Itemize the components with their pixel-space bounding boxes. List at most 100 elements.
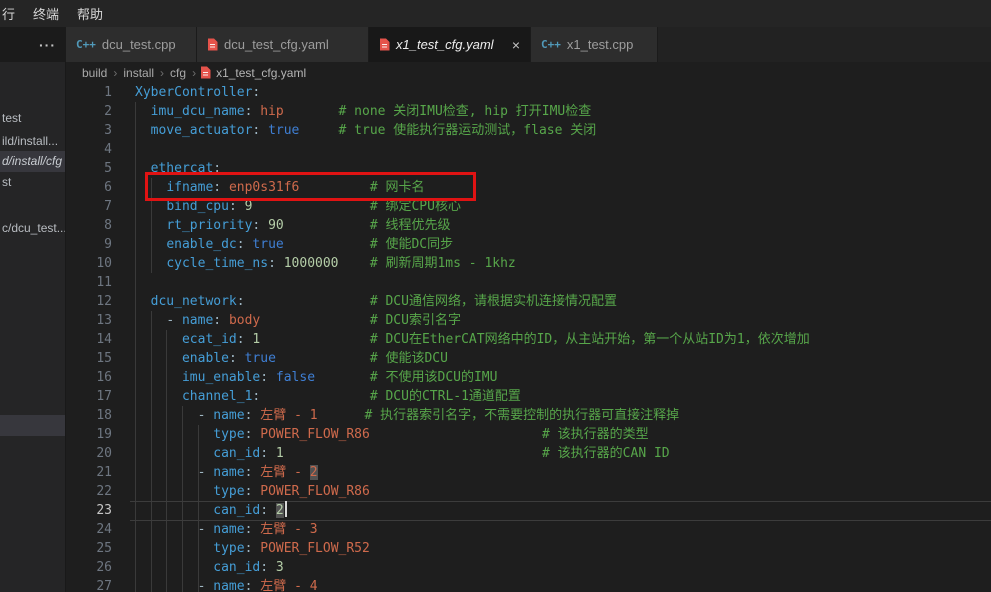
menu-item-行[interactable]: 行	[0, 0, 24, 27]
sidebar-list-item[interactable]: ild/install...	[0, 131, 66, 152]
code-token	[135, 256, 166, 271]
code-line[interactable]: imu_enable: false # 不使用该DCU的IMU	[135, 368, 991, 387]
sidebar-list-item[interactable]: d/install/cfg	[0, 151, 66, 172]
code-line[interactable]: channel_1: # DCU的CTRL-1通道配置	[135, 387, 991, 406]
line-number[interactable]: 20	[66, 444, 112, 463]
line-number[interactable]: 25	[66, 539, 112, 558]
code-token: enable	[182, 351, 229, 366]
code-token	[135, 465, 198, 480]
tab-dcu_test.cpp[interactable]: C++dcu_test.cpp	[66, 27, 197, 62]
code-line[interactable]: imu_dcu_name: hip # none 关闭IMU检查, hip 打开…	[135, 102, 991, 121]
line-number[interactable]: 26	[66, 558, 112, 577]
yaml-file-icon	[200, 66, 211, 79]
code-token: hip	[260, 104, 283, 119]
code-token: POWER_FLOW_R86	[260, 484, 370, 499]
line-number[interactable]: 24	[66, 520, 112, 539]
line-number[interactable]: 16	[66, 368, 112, 387]
code-line[interactable]: type: POWER_FLOW_R86 # 该执行器的类型	[135, 425, 991, 444]
menu-item-帮助[interactable]: 帮助	[68, 0, 112, 27]
line-number[interactable]: 12	[66, 292, 112, 311]
sidebar-list-item[interactable]: st	[0, 172, 66, 193]
sidebar-list-item[interactable]: c/dcu_test...	[0, 218, 66, 239]
line-number[interactable]: 1	[66, 83, 112, 102]
code-token: type	[213, 541, 244, 556]
line-number[interactable]: 27	[66, 577, 112, 592]
line-number[interactable]: 11	[66, 273, 112, 292]
line-number[interactable]: 15	[66, 349, 112, 368]
code-line[interactable]: ecat_id: 1 # DCU在EtherCAT网络中的ID，从主站开始，第一…	[135, 330, 991, 349]
breadcrumb-segment-install[interactable]: install	[121, 66, 156, 80]
code-token: # 使能该DCU	[370, 351, 448, 366]
code-token: -	[198, 408, 214, 423]
code-token: :	[213, 180, 221, 195]
line-number[interactable]: 21	[66, 463, 112, 482]
code-token	[339, 256, 370, 271]
line-number[interactable]: 13	[66, 311, 112, 330]
code-token	[268, 370, 276, 385]
code-line[interactable]: bind_cpu: 9 # 绑定CPU核心	[135, 197, 991, 216]
line-number[interactable]: 8	[66, 216, 112, 235]
code-line[interactable]: - name: body # DCU索引名字	[135, 311, 991, 330]
more-actions-icon[interactable]: ···	[39, 37, 56, 53]
code-token: 90	[268, 218, 284, 233]
line-number[interactable]: 17	[66, 387, 112, 406]
line-number[interactable]: 18	[66, 406, 112, 425]
code-line[interactable]: enable_dc: true # 使能DC同步	[135, 235, 991, 254]
code-line[interactable]: move_actuator: true # true 使能执行器运动测试，fla…	[135, 121, 991, 140]
code-line[interactable]: ifname: enp0s31f6 # 网卡名	[135, 178, 991, 197]
breadcrumb-segment-build[interactable]: build	[80, 66, 109, 80]
line-number[interactable]: 7	[66, 197, 112, 216]
line-number[interactable]: 10	[66, 254, 112, 273]
code-token: 左臂 - 4	[260, 579, 317, 592]
code-area[interactable]: 1234567891011121314151617181920212223242…	[66, 83, 991, 592]
line-number[interactable]: 9	[66, 235, 112, 254]
line-number[interactable]: 14	[66, 330, 112, 349]
code-token	[276, 351, 370, 366]
code-token: # DCU的CTRL-1通道配置	[370, 389, 521, 404]
code-line[interactable]: type: POWER_FLOW_R52	[135, 539, 991, 558]
line-number[interactable]: 5	[66, 159, 112, 178]
code-line[interactable]: - name: 左臂 - 1 # 执行器索引名字，不需要控制的执行器可直接注释掉	[135, 406, 991, 425]
code-token: 2	[310, 465, 318, 480]
breadcrumb-segment-cfg[interactable]: cfg	[168, 66, 188, 80]
code-token	[284, 218, 370, 233]
line-number[interactable]: 22	[66, 482, 112, 501]
line-number[interactable]: 23	[66, 501, 112, 520]
tab-dcu_test_cfg.yaml[interactable]: dcu_test_cfg.yaml	[197, 27, 369, 62]
code-line[interactable]: enable: true # 使能该DCU	[135, 349, 991, 368]
code-token: # 执行器索引名字，不需要控制的执行器可直接注释掉	[365, 408, 680, 423]
code-line[interactable]: cycle_time_ns: 1000000 # 刷新周期1ms - 1khz	[135, 254, 991, 273]
code-line[interactable]: can_id: 1 # 该执行器的CAN ID	[135, 444, 991, 463]
line-number[interactable]: 2	[66, 102, 112, 121]
code-line[interactable]: - name: 左臂 - 2	[135, 463, 991, 482]
tab-x1_test_cfg.yaml[interactable]: x1_test_cfg.yaml×	[369, 27, 531, 62]
code-line[interactable]: ethercat:	[135, 159, 991, 178]
code-line[interactable]	[135, 273, 991, 292]
code-line[interactable]: - name: 左臂 - 4	[135, 577, 991, 592]
line-number-gutter: 1234567891011121314151617181920212223242…	[66, 83, 112, 592]
code-line[interactable]: type: POWER_FLOW_R86	[135, 482, 991, 501]
code-line[interactable]: dcu_network: # DCU通信网络，请根据实机连接情况配置	[135, 292, 991, 311]
code-line[interactable]: can_id: 3	[135, 558, 991, 577]
menu-item-终端[interactable]: 终端	[24, 0, 68, 27]
sidebar-list-item[interactable]: test	[0, 108, 66, 129]
breadcrumb-file[interactable]: x1_test_cfg.yaml	[200, 66, 306, 80]
sidebar-list-item[interactable]	[0, 415, 66, 436]
code-token: body	[229, 313, 260, 328]
line-number[interactable]: 6	[66, 178, 112, 197]
cpp-file-icon: C++	[541, 38, 561, 51]
code-token	[135, 541, 213, 556]
code-token	[135, 161, 151, 176]
close-icon[interactable]: ×	[504, 37, 520, 53]
breadcrumb-file-label: x1_test_cfg.yaml	[216, 66, 306, 80]
line-number[interactable]: 3	[66, 121, 112, 140]
tab-x1_test.cpp[interactable]: C++x1_test.cpp	[531, 27, 658, 62]
code-line[interactable]: can_id: 2	[135, 501, 991, 520]
breadcrumb: build›install›cfg›x1_test_cfg.yaml	[80, 62, 306, 83]
line-number[interactable]: 19	[66, 425, 112, 444]
line-number[interactable]: 4	[66, 140, 112, 159]
code-line[interactable]: XyberController:	[135, 83, 991, 102]
code-line[interactable]	[135, 140, 991, 159]
code-line[interactable]: - name: 左臂 - 3	[135, 520, 991, 539]
code-line[interactable]: rt_priority: 90 # 线程优先级	[135, 216, 991, 235]
